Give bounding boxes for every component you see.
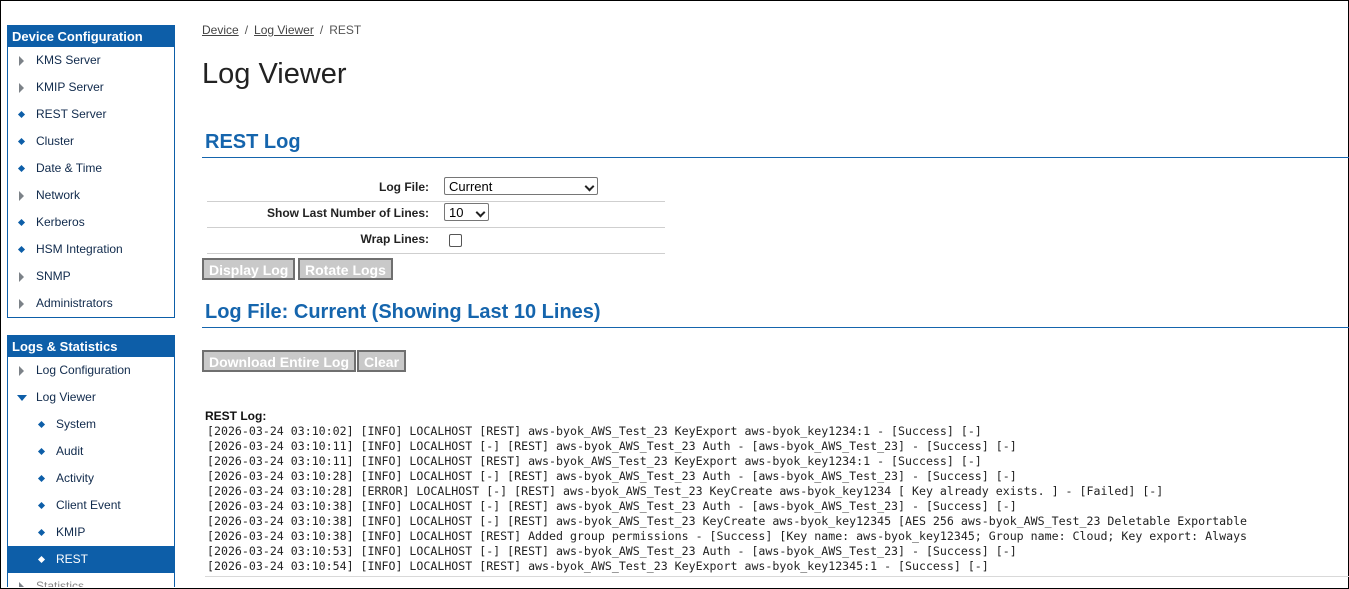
logs-stats-header: Logs & Statistics <box>8 336 174 357</box>
caret-right-icon <box>19 366 24 376</box>
chevron-down-icon <box>584 181 595 192</box>
section-divider <box>202 327 1349 328</box>
breadcrumb: Device / Log Viewer / REST <box>202 23 362 37</box>
wrap-lines-checkbox[interactable] <box>449 234 462 247</box>
log-file-title: Log File: Current (Showing Last 10 Lines… <box>205 301 601 323</box>
sidebar-item-rest[interactable]: REST <box>8 546 174 573</box>
bullet-icon <box>17 137 26 146</box>
breadcrumb-device-link[interactable]: Device <box>202 23 239 37</box>
rest-log-title: REST Log <box>205 131 301 153</box>
display-log-button[interactable]: Display Log <box>202 258 296 280</box>
sidebar-item-network[interactable]: Network <box>8 182 174 209</box>
sidebar-item-hsm-integration[interactable]: HSM Integration <box>8 236 174 263</box>
bullet-icon <box>37 555 46 564</box>
bullet-icon <box>37 420 46 429</box>
caret-right-icon <box>19 56 24 66</box>
lines-row: Show Last Number of Lines: 10 <box>207 201 665 228</box>
breadcrumb-log-viewer-link[interactable]: Log Viewer <box>254 23 314 37</box>
sidebar-item-kmip[interactable]: KMIP <box>8 519 174 546</box>
log-file-label: Log File: <box>379 180 429 194</box>
log-line: [2026-03-24 03:10:38] [INFO] LOCALHOST [… <box>207 499 1017 513</box>
log-line: [2026-03-24 03:10:28] [ERROR] LOCALHOST … <box>207 484 1164 498</box>
device-config-panel: Device Configuration KMS Server KMIP Serv… <box>7 25 175 318</box>
section-divider <box>202 157 1349 158</box>
device-config-header: Device Configuration <box>8 26 174 47</box>
breadcrumb-current: REST <box>329 23 362 37</box>
bullet-icon <box>37 474 46 483</box>
log-file-select[interactable]: Current <box>444 177 598 195</box>
caret-right-icon <box>19 582 24 587</box>
sidebar-item-kmip-server[interactable]: KMIP Server <box>8 74 174 101</box>
sidebar-item-log-viewer[interactable]: Log Viewer <box>8 384 174 411</box>
log-output[interactable]: [2026-03-24 03:10:02] [INFO] LOCALHOST [… <box>205 424 1349 577</box>
bullet-icon <box>17 164 26 173</box>
lines-select[interactable]: 10 <box>444 203 489 221</box>
download-log-button[interactable]: Download Entire Log <box>202 350 356 372</box>
bullet-icon <box>37 528 46 537</box>
caret-right-icon <box>19 299 24 309</box>
log-line: [2026-03-24 03:10:38] [INFO] LOCALHOST [… <box>207 529 1248 543</box>
caret-right-icon <box>19 191 24 201</box>
sidebar-item-date-time[interactable]: Date & Time <box>8 155 174 182</box>
log-file-row: Log File: Current <box>207 175 665 202</box>
bullet-icon <box>37 447 46 456</box>
page-title: Log Viewer <box>202 58 347 90</box>
bullet-icon <box>17 110 26 119</box>
log-line: [2026-03-24 03:10:02] [INFO] LOCALHOST [… <box>207 424 982 438</box>
sidebar-item-administrators[interactable]: Administrators <box>8 290 174 317</box>
wrap-label: Wrap Lines: <box>360 232 429 246</box>
lines-label: Show Last Number of Lines: <box>266 206 429 220</box>
rest-log-label: REST Log: <box>205 409 267 423</box>
wrap-row: Wrap Lines: <box>207 227 665 254</box>
sidebar-item-activity[interactable]: Activity <box>8 465 174 492</box>
log-line: [2026-03-24 03:10:54] [INFO] LOCALHOST [… <box>207 559 989 573</box>
sidebar-item-statistics[interactable]: Statistics <box>8 573 174 587</box>
sidebar-item-snmp[interactable]: SNMP <box>8 263 174 290</box>
sidebar-item-cluster[interactable]: Cluster <box>8 128 174 155</box>
bullet-icon <box>37 501 46 510</box>
log-line: [2026-03-24 03:10:11] [INFO] LOCALHOST [… <box>207 454 982 468</box>
rotate-logs-button[interactable]: Rotate Logs <box>298 258 393 280</box>
logs-stats-panel: Logs & Statistics Log Configuration Log … <box>7 335 175 587</box>
bullet-icon <box>17 218 26 227</box>
caret-right-icon <box>19 83 24 93</box>
log-line: [2026-03-24 03:10:28] [INFO] LOCALHOST [… <box>207 469 1017 483</box>
sidebar-item-kms-server[interactable]: KMS Server <box>8 47 174 74</box>
bullet-icon <box>17 245 26 254</box>
sidebar-item-log-configuration[interactable]: Log Configuration <box>8 357 174 384</box>
sidebar-item-audit[interactable]: Audit <box>8 438 174 465</box>
caret-right-icon <box>19 272 24 282</box>
sidebar-item-system[interactable]: System <box>8 411 174 438</box>
sidebar-item-kerberos[interactable]: Kerberos <box>8 209 174 236</box>
log-line: [2026-03-24 03:10:11] [INFO] LOCALHOST [… <box>207 439 1017 453</box>
log-line: [2026-03-24 03:10:53] [INFO] LOCALHOST [… <box>207 544 1017 558</box>
sidebar-item-client-event[interactable]: Client Event <box>8 492 174 519</box>
chevron-down-icon <box>475 207 486 218</box>
sidebar-item-rest-server[interactable]: REST Server <box>8 101 174 128</box>
log-line: [2026-03-24 03:10:38] [INFO] LOCALHOST [… <box>207 514 1248 528</box>
caret-down-icon <box>17 395 27 401</box>
clear-button[interactable]: Clear <box>357 350 407 372</box>
